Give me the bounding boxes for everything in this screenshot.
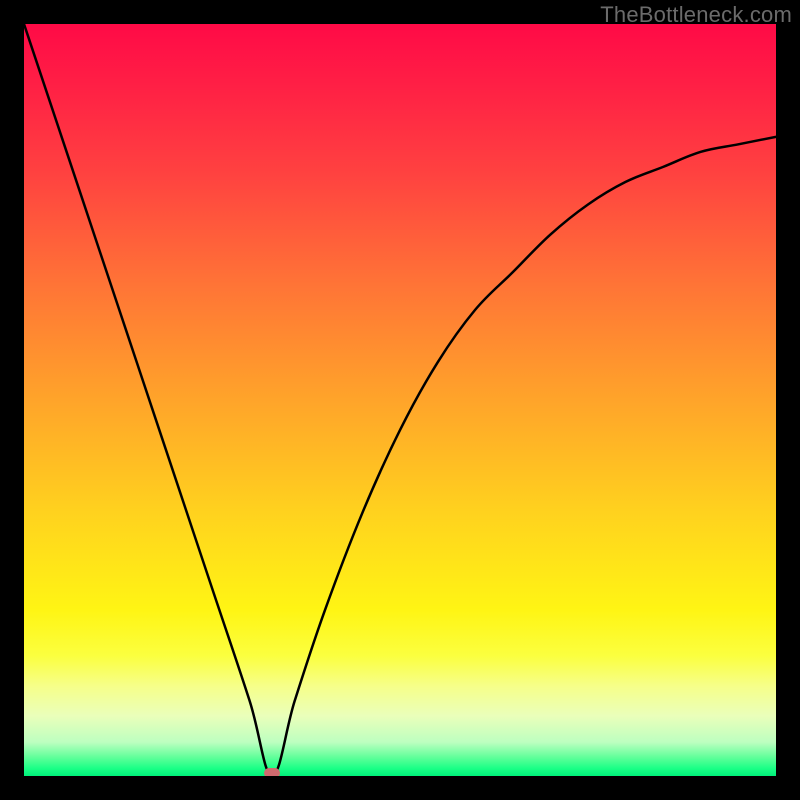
plot-svg — [24, 24, 776, 776]
chart-frame: TheBottleneck.com — [0, 0, 800, 800]
gradient-background — [24, 24, 776, 776]
watermark-text: TheBottleneck.com — [600, 2, 792, 28]
plot-area — [24, 24, 776, 776]
